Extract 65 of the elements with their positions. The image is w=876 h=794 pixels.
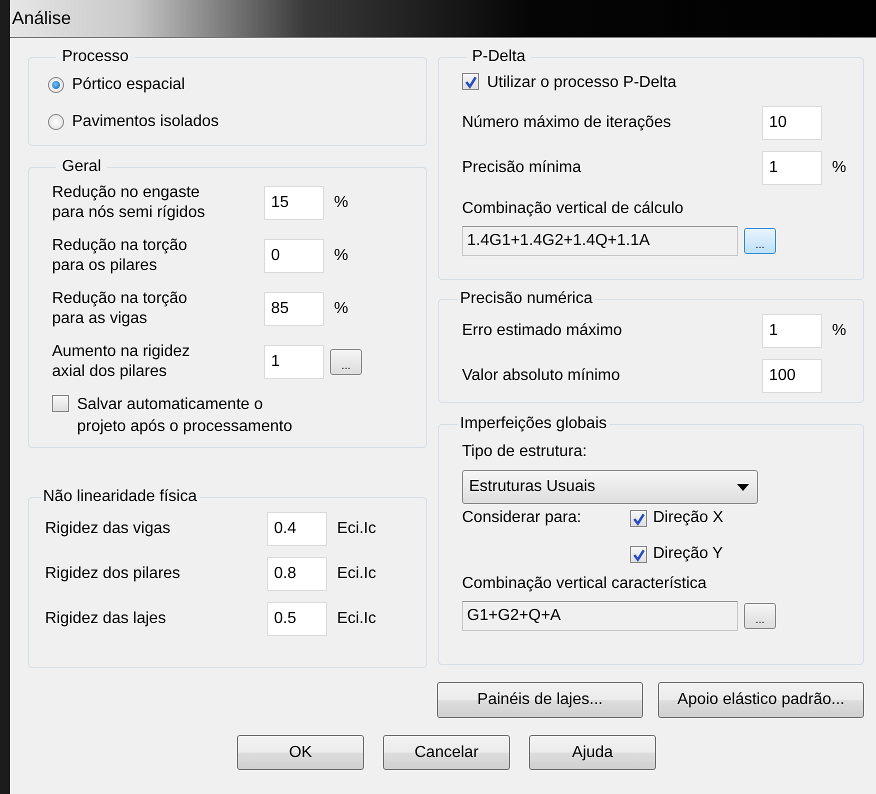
unit-label: Eci.Ic — [337, 564, 376, 582]
dialog-button[interactable]: Apoio elástico padrão... — [658, 682, 864, 718]
field-label: Rigidez das lajes — [45, 608, 167, 628]
field-label: Precisão mínima — [462, 158, 582, 178]
checkbox-label[interactable]: Direção X — [653, 507, 724, 529]
number-field[interactable]: 0.5 — [267, 602, 327, 636]
field-label: Combinação vertical característica — [462, 575, 707, 593]
number-field[interactable]: 0.8 — [267, 556, 327, 590]
number-field[interactable]: 85 — [264, 292, 324, 326]
field-label: Considerar para: — [462, 508, 582, 527]
text-field[interactable]: G1+G2+Q+A — [462, 601, 738, 631]
unit-label: % — [334, 300, 348, 318]
field-label: Redução no engaste para nós semi rígidos — [52, 182, 206, 222]
unit-label: % — [832, 158, 846, 176]
group-title: Não linearidade física — [42, 488, 198, 506]
field-label: Redução na torção para os pilares — [52, 236, 188, 276]
browse-button[interactable]: ... — [744, 228, 776, 254]
radio-label[interactable]: Pavimentos isolados — [72, 112, 219, 130]
dropdown-arrow-icon — [737, 484, 749, 490]
unit-label: % — [334, 246, 348, 264]
checkbox-label[interactable]: Direção Y — [653, 543, 723, 565]
field-label: Redução na torção para as vigas — [52, 288, 188, 328]
field-label: Combinação vertical de cálculo — [462, 200, 684, 218]
number-field[interactable]: 1 — [264, 344, 324, 378]
dialog-button[interactable]: Ajuda — [529, 735, 656, 770]
group-title: Imperfeições globais — [459, 415, 608, 433]
group-title: Precisão numérica — [459, 290, 594, 308]
number-field[interactable]: 10 — [762, 106, 822, 140]
unit-label: Eci.Ic — [337, 610, 376, 628]
dialog-button[interactable]: Cancelar — [383, 735, 510, 770]
field-label: Erro estimado máximo — [462, 320, 624, 340]
checkbox[interactable] — [52, 395, 69, 412]
field-label: Número máximo de iterações — [462, 112, 672, 132]
checkbox[interactable] — [462, 73, 479, 90]
browse-button[interactable]: ... — [330, 348, 362, 374]
checkbox[interactable] — [630, 510, 647, 527]
dialog-button[interactable]: Painéis de lajes... — [437, 682, 643, 718]
group-title: Processo — [61, 48, 130, 66]
number-field[interactable]: 100 — [762, 358, 822, 392]
field-label: Tipo de estrutura: — [462, 443, 587, 461]
field-label: Rigidez dos pilares — [45, 564, 182, 584]
checkbox-label[interactable]: Salvar automaticamente o projeto após o processamento — [77, 394, 292, 438]
radio-label[interactable]: Pórtico espacial — [72, 76, 185, 94]
dropdown[interactable]: Estruturas Usuais — [462, 470, 758, 504]
number-field[interactable]: 1 — [762, 150, 822, 184]
unit-label: Eci.Ic — [337, 520, 376, 538]
unit-label: % — [832, 322, 846, 340]
unit-label: % — [334, 194, 348, 212]
number-field[interactable]: 1 — [762, 314, 822, 348]
field-label: Rigidez das vigas — [45, 518, 172, 538]
radio-button[interactable] — [48, 76, 64, 92]
group-title: Geral — [61, 158, 102, 176]
number-field[interactable]: 15 — [264, 186, 324, 220]
window-title: Análise — [12, 8, 72, 29]
radio-button[interactable] — [48, 114, 64, 130]
number-field[interactable]: 0.4 — [267, 512, 327, 546]
dialog-button[interactable]: OK — [237, 735, 364, 770]
number-field[interactable]: 0 — [264, 238, 324, 272]
checkbox[interactable] — [630, 546, 647, 563]
group-title: P-Delta — [471, 48, 526, 66]
field-label: Valor absoluto mínimo — [462, 366, 621, 386]
checkbox-label[interactable]: Utilizar o processo P-Delta — [487, 72, 676, 94]
field-label: Aumento na rigidez axial dos pilares — [52, 342, 191, 382]
text-field[interactable]: 1.4G1+1.4G2+1.4Q+1.1A — [462, 226, 738, 256]
browse-button[interactable]: ... — [744, 603, 776, 629]
